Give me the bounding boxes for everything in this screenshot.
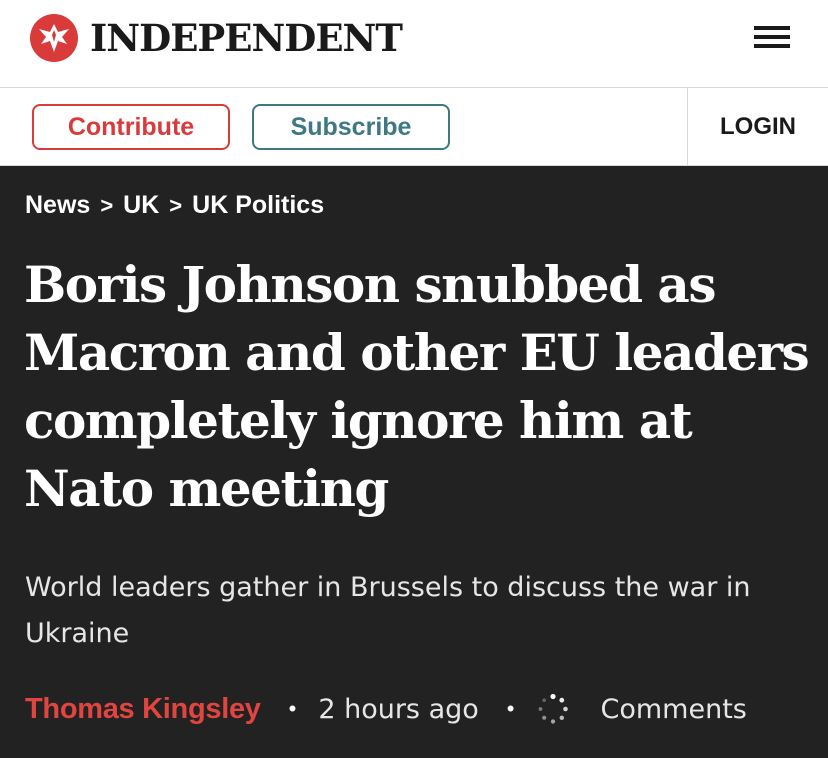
- standfirst-line: Ukraine: [25, 618, 130, 649]
- standfirst-line: World leaders gather in Brussels to disc…: [25, 572, 751, 603]
- author-link[interactable]: Thomas Kingsley: [25, 693, 261, 726]
- site-logo[interactable]: INDEPENDENT: [30, 14, 403, 62]
- headline-line: completely ignore him at: [24, 391, 693, 450]
- subscribe-button[interactable]: Subscribe: [252, 104, 450, 150]
- breadcrumb-uk[interactable]: UK: [123, 191, 159, 220]
- site-header: INDEPENDENT: [0, 0, 828, 88]
- byline-separator: •: [506, 696, 515, 721]
- breadcrumb-separator: >: [169, 192, 183, 218]
- action-bar: Contribute Subscribe LOGIN: [0, 88, 828, 166]
- breadcrumb-news[interactable]: News: [25, 191, 90, 220]
- login-button[interactable]: LOGIN: [688, 88, 828, 166]
- contribute-button[interactable]: Contribute: [32, 104, 230, 150]
- headline-line: Nato meeting: [24, 459, 389, 518]
- loading-spinner-icon: [538, 693, 568, 724]
- breadcrumb-uk-politics[interactable]: UK Politics: [192, 191, 324, 220]
- comments-link[interactable]: Comments: [601, 694, 747, 725]
- logo-wordmark: INDEPENDENT: [90, 16, 403, 60]
- breadcrumb: News > UK > UK Politics: [25, 191, 324, 220]
- breadcrumb-separator: >: [100, 192, 114, 218]
- article-header: News > UK > UK Politics Boris Johnson sn…: [0, 167, 828, 758]
- article-headline: Boris Johnson snubbed as Macron and othe…: [24, 251, 814, 523]
- hamburger-menu-icon[interactable]: [752, 24, 792, 50]
- headline-line: Boris Johnson snubbed as: [24, 255, 716, 314]
- publish-time: 2 hours ago: [318, 693, 479, 725]
- headline-line: Macron and other EU leaders: [24, 323, 810, 382]
- byline-separator: •: [288, 696, 297, 721]
- article-standfirst: World leaders gather in Brussels to disc…: [25, 565, 795, 657]
- eagle-icon: [30, 14, 78, 62]
- byline: Thomas Kingsley • 2 hours ago • Comments: [25, 685, 805, 733]
